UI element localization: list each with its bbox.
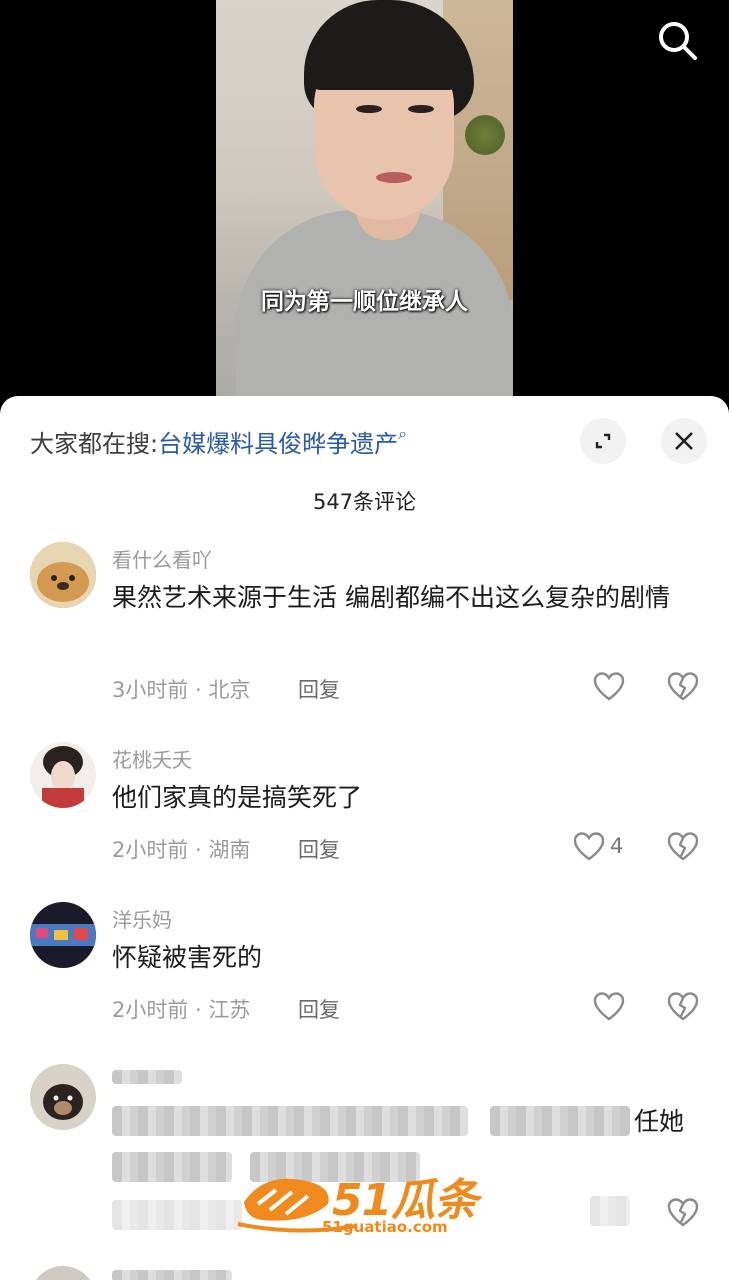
comment-text-tail: 任她 bbox=[634, 1107, 685, 1136]
reply-button[interactable]: 回复 bbox=[298, 834, 340, 864]
avatar[interactable] bbox=[30, 1064, 96, 1130]
video-person-bangs bbox=[308, 20, 468, 90]
comment-text: 他们家真的是搞笑死了 bbox=[112, 783, 363, 812]
comment-item: 看什么看吖 果然艺术来源于生活 编剧都编不出这么复杂的剧情 3小时前 · 北京 … bbox=[0, 536, 729, 716]
blurred-text bbox=[112, 1152, 232, 1182]
dislike-icon[interactable] bbox=[666, 1196, 700, 1230]
comment-username[interactable]: 花桃夭夭 bbox=[112, 744, 192, 773]
video-subtitle: 同为第一顺位继承人 bbox=[261, 288, 468, 315]
like-icon[interactable] bbox=[592, 990, 626, 1024]
avatar[interactable] bbox=[30, 902, 96, 968]
watermark-url: 51guatiao.com bbox=[322, 1218, 448, 1236]
close-icon bbox=[675, 432, 693, 450]
search-small-icon: ⌕ bbox=[398, 424, 408, 443]
expand-icon bbox=[595, 433, 611, 449]
like-icon[interactable] bbox=[572, 830, 606, 864]
background-plant bbox=[465, 115, 505, 155]
video-person-mouth bbox=[376, 172, 412, 183]
blurred-text bbox=[490, 1106, 630, 1136]
comment-meta: 3小时前 · 北京 bbox=[112, 678, 251, 702]
trending-search[interactable]: 大家都在搜:台媒爆料具俊晔争遗产⌕ bbox=[30, 424, 407, 459]
avatar[interactable] bbox=[30, 1266, 96, 1280]
search-icon[interactable] bbox=[655, 18, 699, 62]
video-person-eye bbox=[408, 105, 434, 113]
trending-search-term[interactable]: 台媒爆料具俊晔争遗产 bbox=[158, 430, 398, 458]
video-player[interactable]: 同为第一顺位继承人 bbox=[216, 0, 513, 420]
comment-count: 547条评论 bbox=[312, 490, 417, 514]
comment-username[interactable]: 洋乐妈 bbox=[112, 904, 172, 933]
like-icon[interactable] bbox=[592, 670, 626, 704]
trending-search-label: 大家都在搜: bbox=[30, 430, 159, 458]
comment-username[interactable]: 看什么看吖 bbox=[112, 544, 212, 573]
dislike-icon[interactable] bbox=[666, 990, 700, 1024]
dislike-icon[interactable] bbox=[666, 670, 700, 704]
avatar[interactable] bbox=[30, 742, 96, 808]
reply-button[interactable]: 回复 bbox=[298, 674, 340, 704]
comment-text: 果然艺术来源于生活 编剧都编不出这么复杂的剧情 bbox=[112, 583, 670, 612]
blurred-text bbox=[112, 1106, 468, 1136]
comment-item: 花桃夭夭 他们家真的是搞笑死了 2小时前 · 湖南 回复 4 bbox=[0, 740, 729, 880]
blurred-meta bbox=[112, 1200, 242, 1230]
dislike-icon[interactable] bbox=[666, 830, 700, 864]
comment-text: 怀疑被害死的 bbox=[112, 943, 263, 972]
like-count: 4 bbox=[610, 834, 624, 858]
expand-button[interactable] bbox=[580, 418, 626, 464]
blurred-username bbox=[112, 1070, 182, 1084]
close-button[interactable] bbox=[661, 418, 707, 464]
blurred-username bbox=[112, 1270, 232, 1280]
comment-item: 洋乐妈 怀疑被害死的 2小时前 · 江苏 回复 bbox=[0, 900, 729, 1040]
video-person-eye bbox=[356, 105, 382, 113]
comment-sheet: 大家都在搜:台媒爆料具俊晔争遗产⌕ 547条评论 看什么看吖 果然艺术来源于生活… bbox=[0, 396, 729, 1280]
reply-button[interactable]: 回复 bbox=[298, 994, 340, 1024]
avatar[interactable] bbox=[30, 542, 96, 608]
blurred-like bbox=[590, 1196, 630, 1226]
comment-meta: 2小时前 · 湖南 bbox=[112, 838, 251, 862]
comment-meta: 2小时前 · 江苏 bbox=[112, 998, 251, 1022]
watermark-logo: 51瓜条 51guatiao.com bbox=[236, 1160, 496, 1240]
